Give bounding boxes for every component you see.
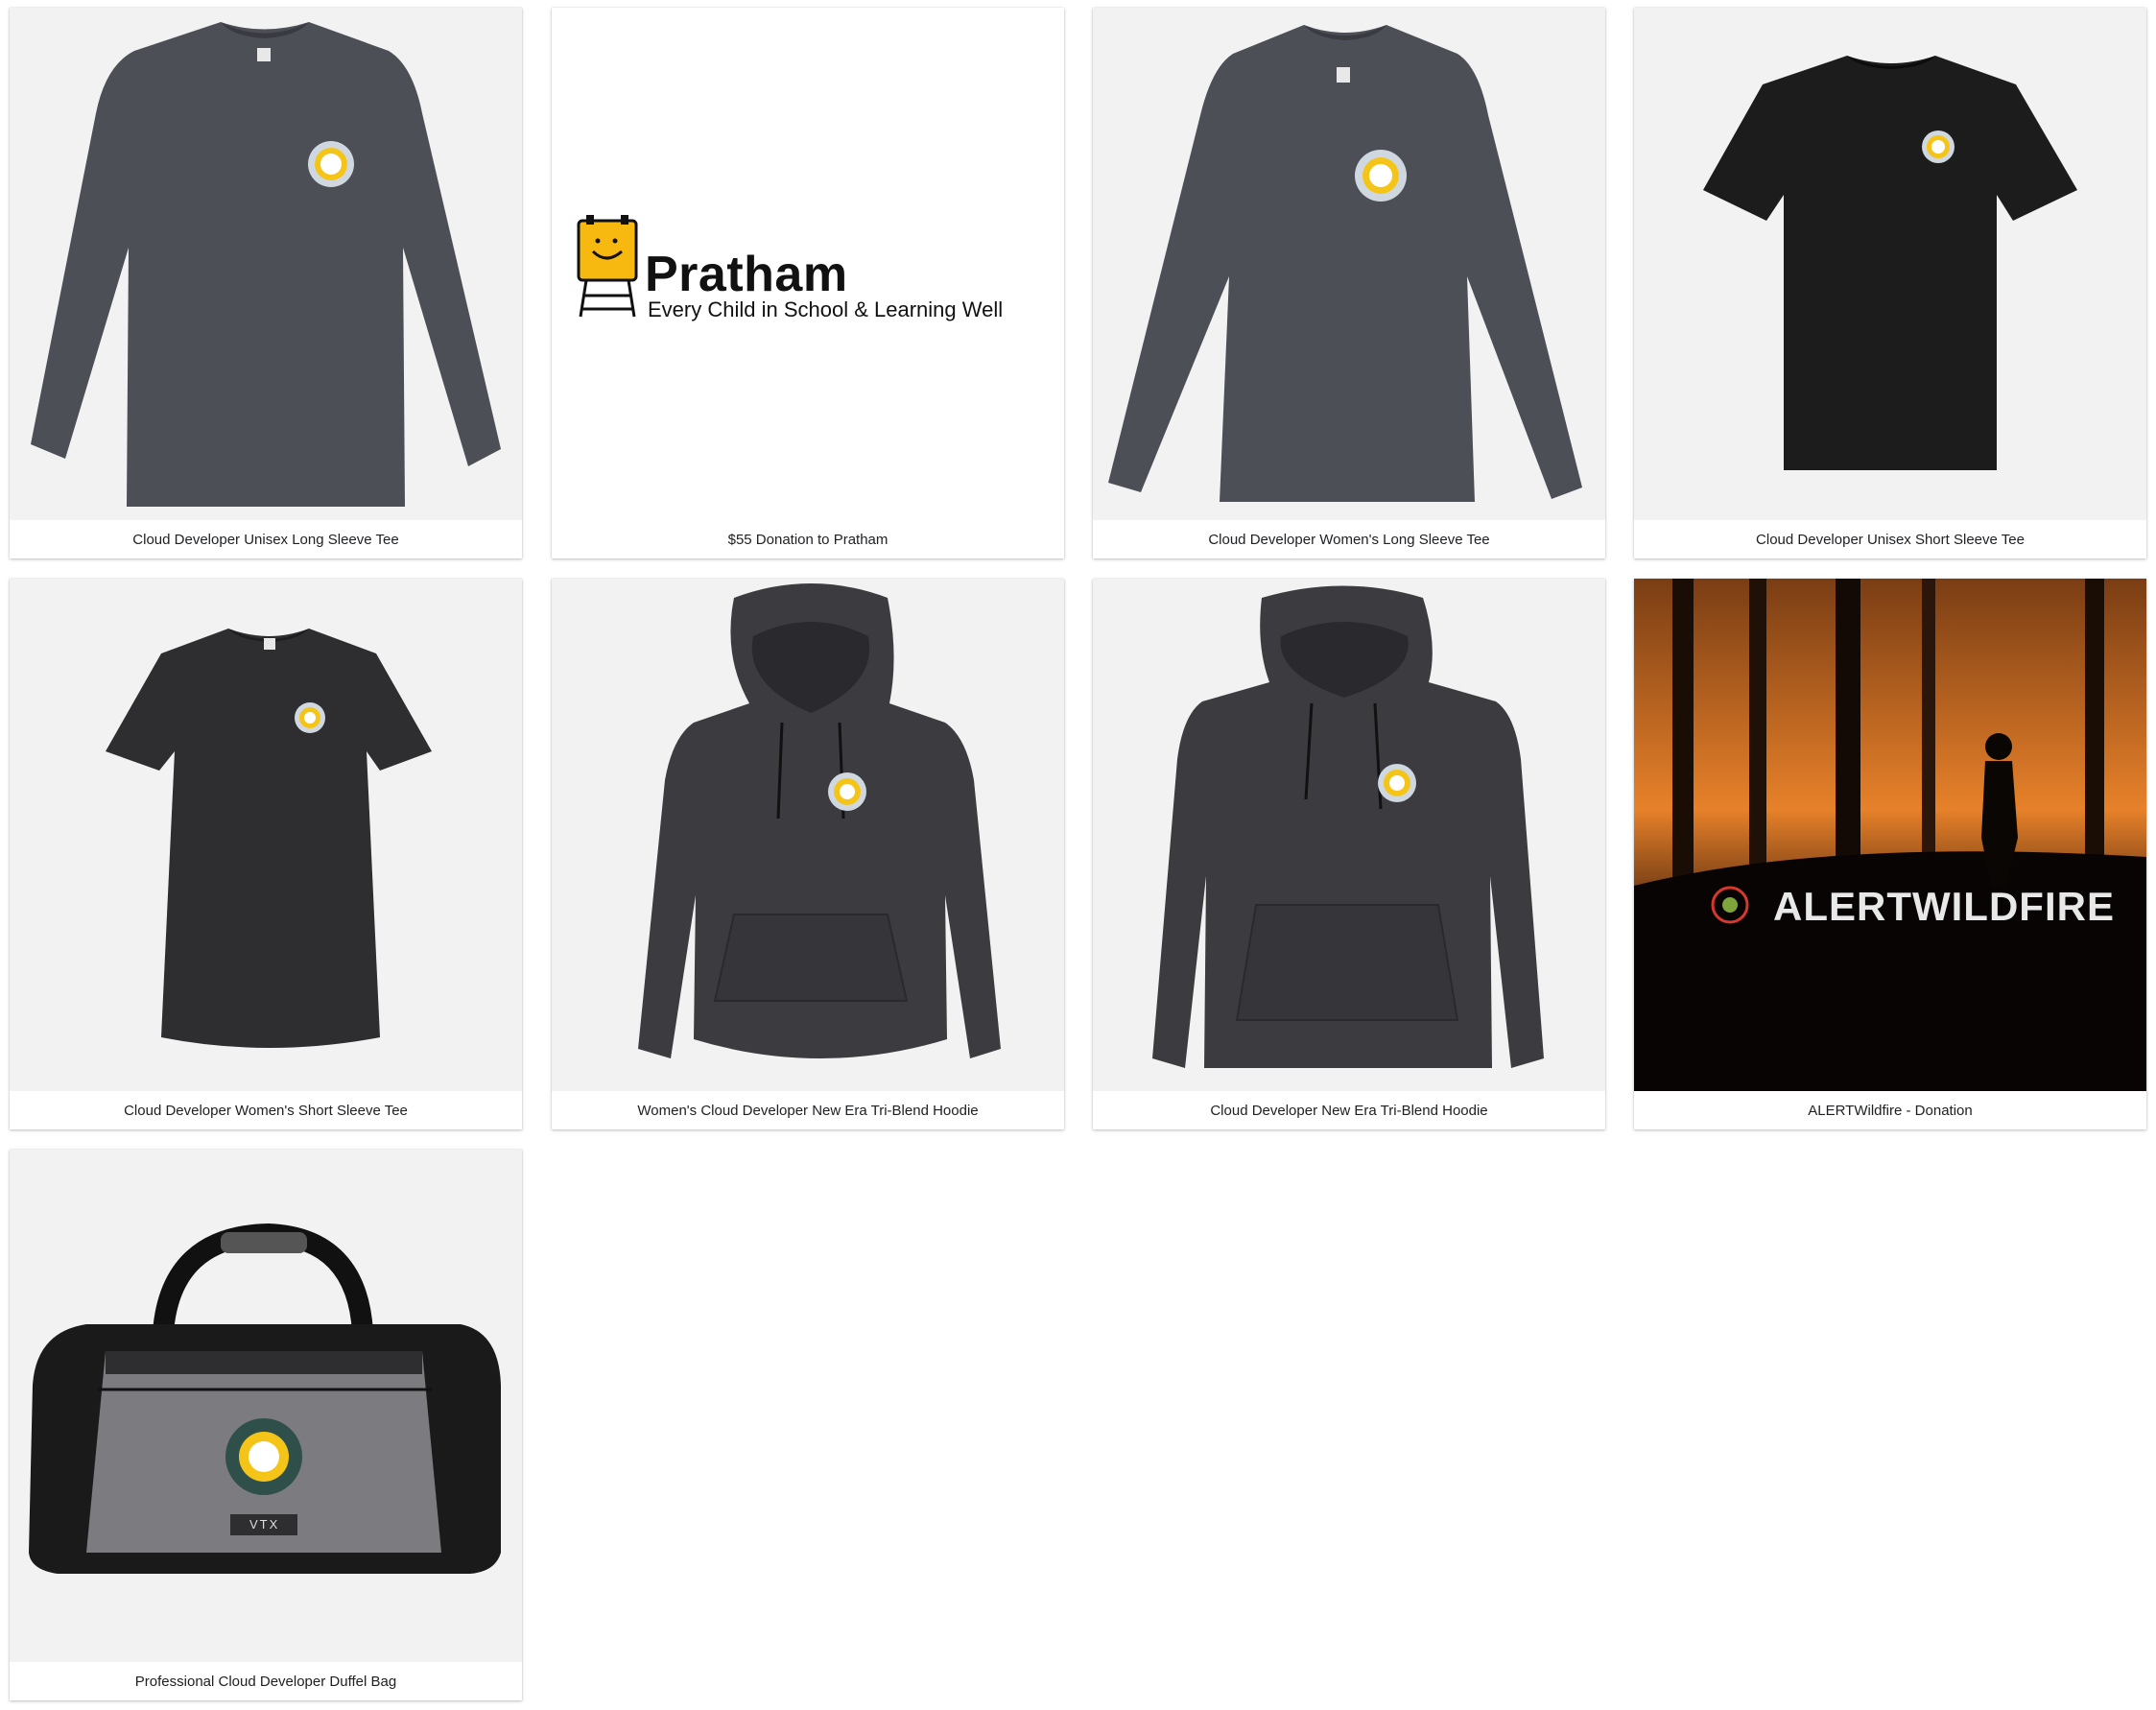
product-grid: Cloud Developer Unisex Long Sleeve Tee P… (0, 0, 2156, 1710)
product-image[interactable]: VTX (10, 1150, 522, 1662)
product-name[interactable]: ALERTWildfire - Donation (1634, 1091, 2146, 1129)
product-name[interactable]: Cloud Developer Women's Short Sleeve Tee (10, 1091, 522, 1129)
product-image[interactable]: Pratham Every Child in School & Learning… (552, 8, 1064, 520)
product-card[interactable]: Cloud Developer Women's Long Sleeve Tee (1093, 8, 1605, 558)
product-name[interactable]: Cloud Developer Unisex Short Sleeve Tee (1634, 520, 2146, 558)
product-card[interactable]: Cloud Developer Unisex Long Sleeve Tee (10, 8, 522, 558)
product-card[interactable]: VTX Professional Cloud Developer Duffel … (10, 1150, 522, 1700)
product-name[interactable]: Cloud Developer New Era Tri-Blend Hoodie (1093, 1091, 1605, 1129)
pratham-tagline: Every Child in School & Learning Well (648, 297, 1004, 321)
womens-long-sleeve-tee-image (1108, 25, 1582, 502)
product-image[interactable]: ALERTWILDFIRE (1634, 579, 2146, 1091)
wildfire-photo (1634, 579, 2146, 1091)
product-image[interactable] (1634, 8, 2146, 520)
product-image[interactable] (1093, 8, 1605, 520)
product-card[interactable]: Women's Cloud Developer New Era Tri-Blen… (552, 579, 1064, 1129)
duffel-bag-image (29, 1223, 501, 1574)
womens-hoodie-image (638, 583, 1001, 1058)
long-sleeve-tee-image (31, 22, 501, 507)
product-card[interactable]: Cloud Developer Women's Short Sleeve Tee (10, 579, 522, 1129)
product-name[interactable]: Women's Cloud Developer New Era Tri-Blen… (552, 1091, 1064, 1129)
product-name[interactable]: Cloud Developer Women's Long Sleeve Tee (1093, 520, 1605, 558)
product-image[interactable] (1093, 579, 1605, 1091)
pratham-brand: Pratham (645, 247, 848, 302)
product-name[interactable]: Professional Cloud Developer Duffel Bag (10, 1662, 522, 1700)
product-name[interactable]: Cloud Developer Unisex Long Sleeve Tee (10, 520, 522, 558)
hoodie-image (1152, 585, 1544, 1068)
product-card[interactable]: Pratham Every Child in School & Learning… (552, 8, 1064, 558)
product-image[interactable] (10, 8, 522, 520)
product-card[interactable]: ALERTWILDFIRE ALERTWildfire - Donation (1634, 579, 2146, 1129)
product-name[interactable]: $55 Donation to Pratham (552, 520, 1064, 558)
duffel-tag: VTX (249, 1517, 280, 1532)
product-card[interactable]: Cloud Developer New Era Tri-Blend Hoodie (1093, 579, 1605, 1129)
alertwildfire-brand: ALERTWILDFIRE (1773, 884, 2115, 929)
womens-short-sleeve-tee-image (106, 629, 432, 1048)
product-image[interactable] (10, 579, 522, 1091)
product-image[interactable] (552, 579, 1064, 1091)
product-card[interactable]: Cloud Developer Unisex Short Sleeve Tee (1634, 8, 2146, 558)
short-sleeve-tee-image (1703, 56, 2077, 470)
